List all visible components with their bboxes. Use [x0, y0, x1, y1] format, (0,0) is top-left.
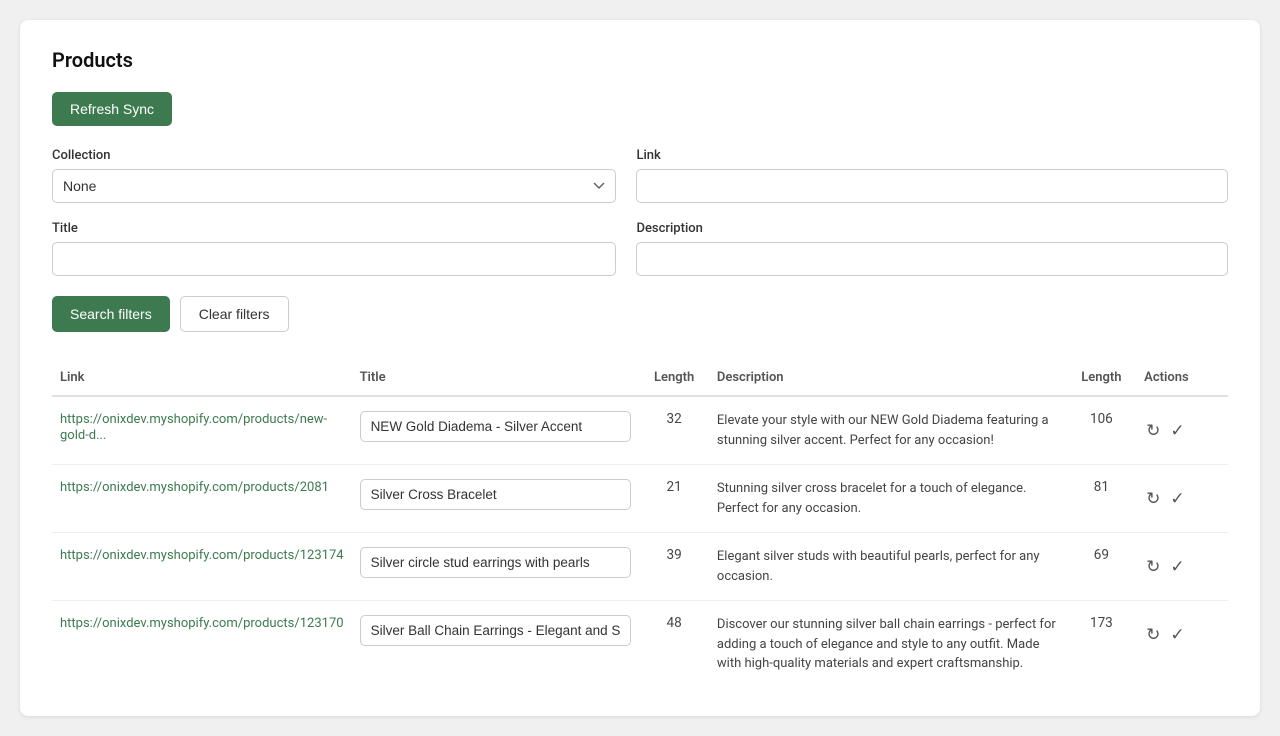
cell-actions	[1136, 533, 1228, 601]
refresh-icon-symbol	[1146, 559, 1160, 576]
check-icon-symbol	[1170, 627, 1184, 644]
refresh-icon[interactable]	[1144, 487, 1162, 511]
title-filter-group: Title	[52, 221, 616, 276]
refresh-icon[interactable]	[1144, 555, 1162, 579]
cell-title	[352, 465, 640, 533]
refresh-icon-symbol	[1146, 627, 1160, 644]
table-body: https://onixdev.myshopify.com/products/n…	[52, 396, 1228, 688]
collection-filter-group: Collection None Earrings Bracelets Neckl…	[52, 148, 616, 203]
cell-title-length: 48	[639, 601, 709, 688]
check-icon[interactable]	[1168, 487, 1186, 511]
title-edit-input[interactable]	[360, 411, 632, 442]
cell-description: Elegant silver studs with beautiful pear…	[709, 533, 1067, 601]
page-title: Products	[52, 48, 1228, 72]
collection-select[interactable]: None Earrings Bracelets Necklaces	[52, 169, 616, 203]
refresh-sync-button[interactable]: Refresh Sync	[52, 92, 172, 126]
table-row: https://onixdev.myshopify.com/products/1…	[52, 601, 1228, 688]
header-link: Link	[52, 360, 352, 396]
cell-actions	[1136, 465, 1228, 533]
refresh-icon-symbol	[1146, 423, 1160, 440]
product-link[interactable]: https://onixdev.myshopify.com/products/1…	[60, 616, 344, 631]
cell-title-length: 39	[639, 533, 709, 601]
header-title: Title	[352, 360, 640, 396]
cell-title-length: 32	[639, 396, 709, 465]
cell-desc-length: 173	[1067, 601, 1137, 688]
table-row: https://onixdev.myshopify.com/products/1…	[52, 533, 1228, 601]
cell-link: https://onixdev.myshopify.com/products/n…	[52, 396, 352, 465]
products-page: Products Refresh Sync Collection None Ea…	[20, 20, 1260, 716]
product-link[interactable]: https://onixdev.myshopify.com/products/1…	[60, 548, 344, 563]
title-label: Title	[52, 221, 616, 236]
title-edit-input[interactable]	[360, 547, 632, 578]
products-table: Link Title Length Description Length Act…	[52, 360, 1228, 688]
cell-desc-length: 69	[1067, 533, 1137, 601]
refresh-icon[interactable]	[1144, 419, 1162, 443]
product-link[interactable]: https://onixdev.myshopify.com/products/n…	[60, 412, 327, 443]
title-edit-input[interactable]	[360, 615, 632, 646]
link-filter-group: Link	[636, 148, 1228, 203]
title-edit-input[interactable]	[360, 479, 632, 510]
check-icon[interactable]	[1168, 419, 1186, 443]
filters-row-2: Title Description	[52, 221, 1228, 276]
cell-link: https://onixdev.myshopify.com/products/1…	[52, 601, 352, 688]
actions-container	[1144, 615, 1220, 647]
actions-container	[1144, 547, 1220, 579]
link-input[interactable]	[636, 169, 1228, 203]
table-row: https://onixdev.myshopify.com/products/n…	[52, 396, 1228, 465]
cell-description: Elevate your style with our NEW Gold Dia…	[709, 396, 1067, 465]
table-row: https://onixdev.myshopify.com/products/2…	[52, 465, 1228, 533]
cell-link: https://onixdev.myshopify.com/products/1…	[52, 533, 352, 601]
check-icon-symbol	[1170, 491, 1184, 508]
cell-description: Stunning silver cross bracelet for a tou…	[709, 465, 1067, 533]
check-icon-symbol	[1170, 423, 1184, 440]
header-title-length: Length	[639, 360, 709, 396]
cell-actions	[1136, 601, 1228, 688]
description-filter-group: Description	[636, 221, 1228, 276]
cell-title-length: 21	[639, 465, 709, 533]
cell-title	[352, 601, 640, 688]
description-label: Description	[636, 221, 1228, 236]
clear-filters-button[interactable]: Clear filters	[180, 296, 289, 332]
refresh-icon[interactable]	[1144, 623, 1162, 647]
header-desc-length: Length	[1067, 360, 1137, 396]
check-icon[interactable]	[1168, 555, 1186, 579]
actions-container	[1144, 479, 1220, 511]
description-input[interactable]	[636, 242, 1228, 276]
cell-link: https://onixdev.myshopify.com/products/2…	[52, 465, 352, 533]
product-link[interactable]: https://onixdev.myshopify.com/products/2…	[60, 480, 329, 495]
search-filters-button[interactable]: Search filters	[52, 296, 170, 332]
refresh-icon-symbol	[1146, 491, 1160, 508]
collection-label: Collection	[52, 148, 616, 163]
cell-desc-length: 81	[1067, 465, 1137, 533]
products-table-wrapper: Link Title Length Description Length Act…	[52, 360, 1228, 688]
cell-description: Discover our stunning silver ball chain …	[709, 601, 1067, 688]
filters-row-1: Collection None Earrings Bracelets Neckl…	[52, 148, 1228, 203]
link-label: Link	[636, 148, 1228, 163]
cell-desc-length: 106	[1067, 396, 1137, 465]
header-actions: Actions	[1136, 360, 1228, 396]
cell-actions	[1136, 396, 1228, 465]
title-input[interactable]	[52, 242, 616, 276]
filter-actions-row: Search filters Clear filters	[52, 296, 1228, 332]
check-icon-symbol	[1170, 559, 1184, 576]
actions-container	[1144, 411, 1220, 443]
header-description: Description	[709, 360, 1067, 396]
cell-title	[352, 533, 640, 601]
table-header-row: Link Title Length Description Length Act…	[52, 360, 1228, 396]
check-icon[interactable]	[1168, 623, 1186, 647]
cell-title	[352, 396, 640, 465]
